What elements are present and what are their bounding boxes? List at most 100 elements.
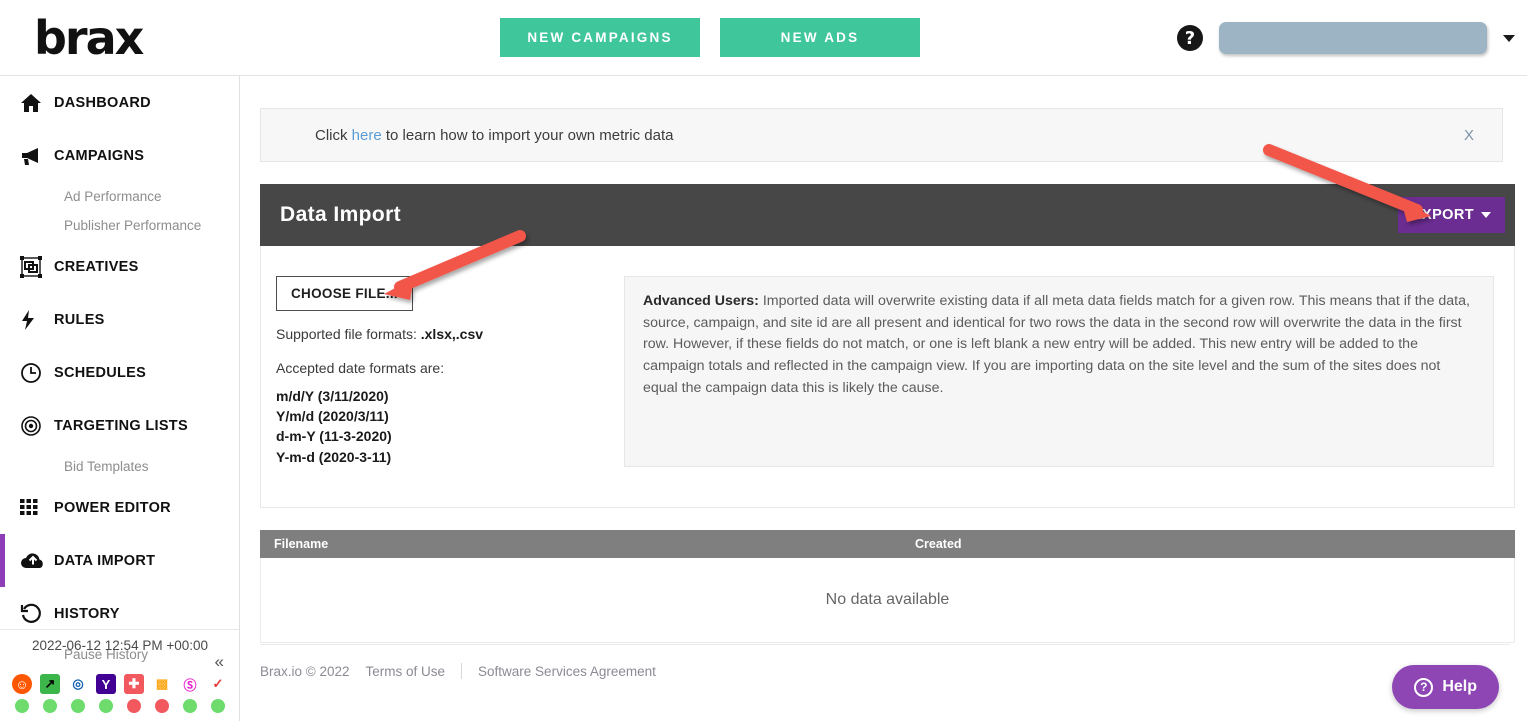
date-format-list: m/d/Y (3/11/2020) Y/m/d (2020/3/11) d-m-… [276,386,606,467]
help-question-icon[interactable]: ? [1177,25,1203,51]
clock-icon [20,362,54,384]
sidebar-item-label: HISTORY [54,605,120,622]
software-services-agreement-link[interactable]: Software Services Agreement [478,664,656,679]
sidebar-item-creatives[interactable]: CREATIVES [0,240,239,293]
pinterest-icon[interactable]: ✚ [124,674,144,694]
collapse-sidebar-icon[interactable]: « [0,653,239,672]
status-dot [124,699,144,713]
sidebar-item-label: DASHBOARD [54,94,151,111]
top-action-buttons: NEW CAMPAIGNS NEW ADS [500,18,920,57]
supported-label: Supported file formats: [276,326,421,342]
sidebar-item-label: CREATIVES [54,258,139,275]
reddit-icon[interactable]: ☺ [12,674,32,694]
empty-state-message: No data available [825,590,950,608]
main-content: Click here to learn how to import your o… [240,76,1527,721]
new-campaigns-button[interactable]: NEW CAMPAIGNS [500,18,700,57]
top-navigation-bar: brax NEW CAMPAIGNS NEW ADS ? [0,0,1527,76]
sidebar-subitem-bid-templates[interactable]: Bid Templates [0,452,239,481]
status-dot [68,699,88,713]
chevron-down-icon[interactable] [1503,34,1515,42]
date-format-item: d-m-Y (11-3-2020) [276,428,392,445]
advanced-users-body: Imported data will overwrite existing da… [643,293,1470,396]
table-header-row: Filename Created [260,529,1515,558]
sidebar-item-label: TARGETING LISTS [54,417,188,434]
grid-icon [20,498,54,517]
sidebar-item-label: CAMPAIGNS [54,147,145,164]
megaphone-icon [20,146,54,166]
sidebar-item-targeting-lists[interactable]: TARGETING LISTS [0,399,239,452]
sidebar-navigation: DASHBOARD CAMPAIGNS Ad Performance Publi… [0,76,240,721]
accepted-dates-label: Accepted date formats are: [276,359,445,376]
banner-here-link[interactable]: here [352,127,382,144]
advanced-users-note: Advanced Users: Imported data will overw… [624,276,1494,467]
revcontent-icon[interactable]: Ⓢ [180,674,200,694]
platform-status-dots [0,696,239,721]
new-ads-button[interactable]: NEW ADS [720,18,920,57]
check-icon[interactable]: ✓ [208,674,228,694]
taboola-icon[interactable]: ◎ [68,674,88,694]
creatives-icon [20,255,54,278]
page-title: Data Import [280,203,402,226]
help-widget-button[interactable]: ? Help [1392,665,1499,709]
terms-of-use-link[interactable]: Terms of Use [366,664,446,679]
server-timestamp: 2022-06-12 12:54 PM +00:00 [31,638,208,654]
imports-table: Filename Created No data available [260,529,1515,643]
close-icon[interactable]: X [1464,127,1474,144]
banner-prefix: Click [315,126,352,144]
user-account-menu[interactable] [1219,22,1487,54]
date-format-item: Y-m-d (2020-3-11) [276,448,392,465]
data-import-panel: Data Import EXPORT CHOOSE FILE... Suppor… [260,184,1515,508]
app-root: brax NEW CAMPAIGNS NEW ADS ? DASHBOARD C… [0,0,1527,721]
status-dot [12,699,32,713]
question-mark-icon: ? [1414,677,1434,697]
cloud-upload-icon [20,551,54,571]
sidebar-item-label: DATA IMPORT [54,552,156,569]
platform-icons-row: ☺ ↗ ◎ Y ✚ ▩ Ⓢ ✓ [0,672,239,696]
bolt-icon [20,309,54,331]
help-widget-label: Help [1442,678,1477,695]
column-header-filename[interactable]: Filename [260,537,915,551]
home-icon [20,93,54,113]
upload-column: CHOOSE FILE... Supported file formats: .… [276,276,606,467]
column-header-created[interactable]: Created [915,537,1115,551]
export-button[interactable]: EXPORT [1397,197,1505,233]
footer-divider [461,663,463,679]
status-dot [152,699,172,713]
sidebar-item-dashboard[interactable]: DASHBOARD [0,76,239,129]
choose-file-button[interactable]: CHOOSE FILE... [276,276,413,311]
status-dot [96,699,116,713]
sidebar-subitem-publisher-performance[interactable]: Publisher Performance [0,211,239,240]
target-icon [20,415,54,437]
analytics-icon[interactable]: ▩ [152,674,172,694]
panel-body: CHOOSE FILE... Supported file formats: .… [260,246,1515,508]
status-dot [208,699,228,713]
sidebar-item-label: POWER EDITOR [54,499,171,516]
sidebar-item-campaigns[interactable]: CAMPAIGNS [0,129,239,182]
import-info-banner: Click here to learn how to import your o… [260,108,1503,162]
supported-value: .xlsx,.csv [420,326,484,342]
date-format-item: Y/m/d (2020/3/11) [276,408,389,425]
table-body: No data available [260,557,1515,643]
sidebar-item-schedules[interactable]: SCHEDULES [0,346,239,399]
status-dot [180,699,200,713]
advanced-users-title: Advanced Users: [643,293,759,309]
footer: Brax.io © 2022 Terms of Use Software Ser… [260,644,1510,679]
brax-logo[interactable]: brax [0,15,240,61]
sidebar-item-data-import[interactable]: DATA IMPORT [0,534,239,587]
sidebar-item-rules[interactable]: RULES [0,293,239,346]
supported-formats-text: Supported file formats: .xlsx,.csv [276,325,606,345]
outbrain-icon[interactable]: ↗ [40,674,60,694]
status-dot [40,699,60,713]
date-format-item: m/d/Y (3/11/2020) [276,387,389,404]
sidebar-item-power-editor[interactable]: POWER EDITOR [0,481,239,534]
export-label: EXPORT [1411,207,1474,223]
panel-header: Data Import EXPORT [260,184,1515,246]
chevron-down-icon [1481,212,1491,218]
yahoo-gemini-icon[interactable]: Y [96,674,116,694]
sidebar-item-label: RULES [54,311,105,328]
history-icon [20,603,54,625]
top-right-controls: ? [1177,0,1521,76]
sidebar-footer: 2022-06-12 12:54 PM +00:00 « ☺ ↗ ◎ Y ✚ ▩… [0,629,239,721]
sidebar-subitem-ad-performance[interactable]: Ad Performance [0,182,239,211]
footer-copyright: Brax.io © 2022 [260,663,350,679]
